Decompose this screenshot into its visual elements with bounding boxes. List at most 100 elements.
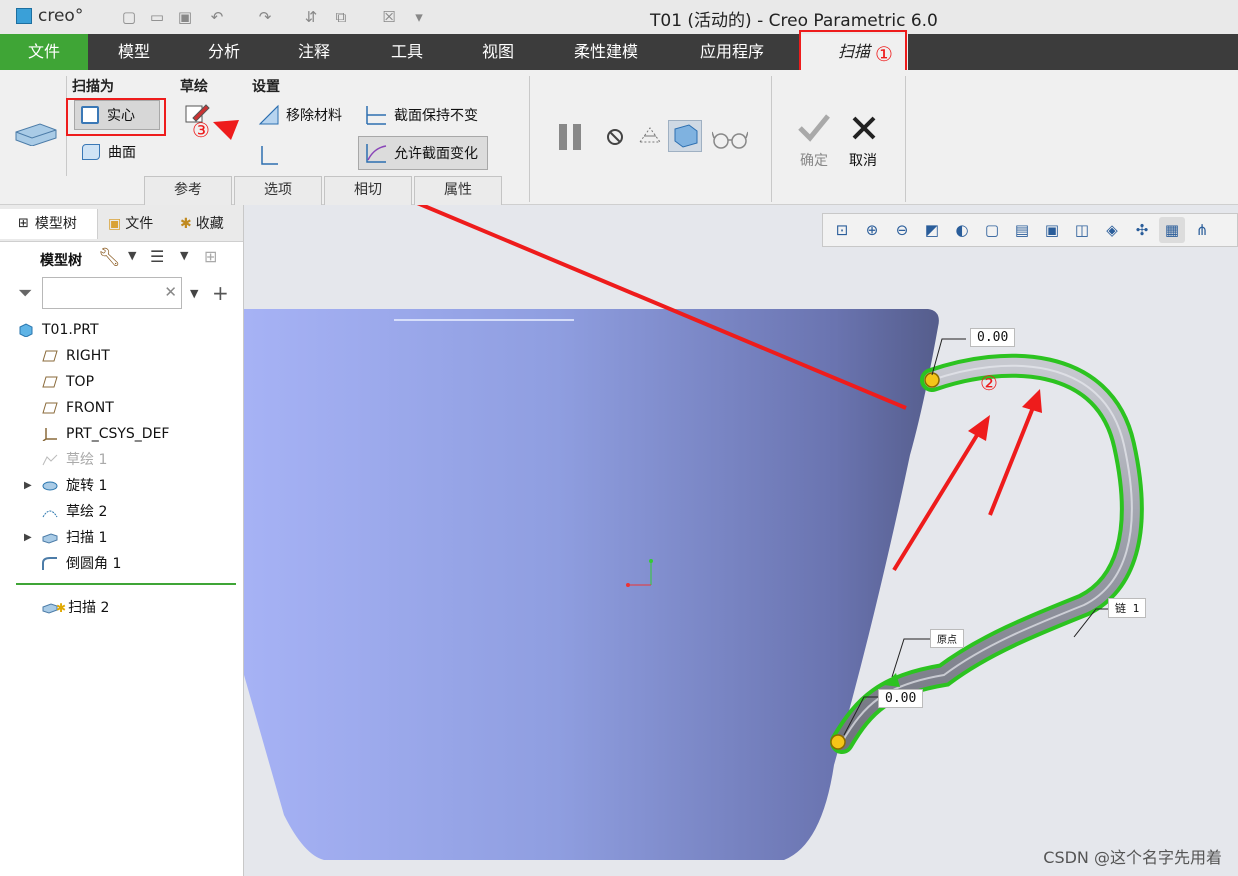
save-icon[interactable]: ▣ — [176, 8, 194, 26]
windows-icon[interactable]: ⧉ — [332, 8, 350, 26]
datum-display-icon[interactable]: ✣ — [1129, 217, 1155, 243]
subtab-tangency[interactable]: 相切 — [324, 176, 412, 205]
tree-structure-icon: ⊞ — [18, 216, 29, 231]
revolve-icon — [42, 481, 58, 491]
logo-text: creo° — [38, 6, 84, 26]
tree-item-right[interactable]: RIGHT — [42, 344, 110, 368]
surface-button[interactable]: 曲面 — [82, 142, 136, 162]
tab-view[interactable]: 视图 — [456, 34, 540, 70]
regenerate-icon[interactable]: ⇵ — [302, 8, 320, 26]
clear-search-icon[interactable]: ✕ — [164, 283, 177, 301]
group-title-sweep-as: 扫描为 — [72, 79, 114, 95]
tree-item-label: T01.PRT — [42, 322, 99, 338]
watermark-text: CSDN @这个名字先用着 — [1043, 848, 1222, 867]
expand-arrow-icon[interactable]: ▶ — [24, 480, 32, 491]
customize-toolbar-icon[interactable]: ▾ — [410, 8, 428, 26]
tree-item-sweep-1[interactable]: 扫描 1 — [42, 526, 107, 550]
tree-item-sketch-1[interactable]: 草绘 1 — [42, 448, 107, 472]
tree-item-label: PRT_CSYS_DEF — [66, 426, 170, 442]
chevron-down-icon-2[interactable]: ▼ — [180, 249, 188, 262]
tab-model[interactable]: 模型 — [92, 34, 176, 70]
tab-favorites[interactable]: ✱ 收藏 — [180, 209, 236, 239]
add-filter-icon[interactable]: + — [212, 281, 229, 305]
tree-item-label: RIGHT — [66, 348, 110, 364]
tab-flexible-modeling[interactable]: 柔性建模 — [556, 34, 656, 70]
tree-item-round-1[interactable]: 倒圆角 1 — [42, 552, 121, 576]
annotation-display-icon[interactable]: ▦ — [1159, 217, 1185, 243]
cancel-x-icon[interactable] — [850, 114, 878, 142]
model-tree-header: 模型树 — [40, 253, 82, 269]
subtab-options[interactable]: 选项 — [234, 176, 322, 205]
tab-file[interactable]: 文件 — [0, 34, 88, 70]
tab-model-tree[interactable]: ⊞ 模型树 — [0, 209, 98, 239]
tab-tools[interactable]: 工具 — [362, 34, 452, 70]
datum-plane-icon — [42, 402, 58, 414]
tree-item-sweep-2[interactable]: ✱ 扫描 2 — [42, 596, 109, 620]
refit-icon[interactable]: ⊡ — [829, 217, 855, 243]
keep-section-button[interactable]: 截面保持不变 — [364, 104, 478, 126]
expand-arrow-icon-2[interactable]: ▶ — [24, 532, 32, 543]
section-icon[interactable]: ◫ — [1069, 217, 1095, 243]
new-file-icon[interactable]: ▢ — [120, 8, 138, 26]
tree-item-label: 草绘 1 — [66, 452, 108, 468]
thicken-icon — [261, 146, 278, 165]
tree-item-front[interactable]: FRONT — [42, 396, 114, 420]
tree-item-part[interactable]: T01.PRT — [18, 318, 99, 342]
saved-orientations-icon[interactable]: ▢ — [979, 217, 1005, 243]
remove-material-button[interactable]: 移除材料 — [258, 104, 342, 126]
tree-search-input[interactable]: ✕ — [42, 277, 182, 309]
verify-glasses-icon[interactable] — [711, 128, 749, 150]
no-preview-icon[interactable] — [604, 126, 626, 148]
tab-model-tree-label: 模型树 — [34, 216, 77, 232]
view-manager-icon[interactable]: ▤ — [1009, 217, 1035, 243]
tree-filters-icon[interactable]: ☰ — [150, 247, 164, 266]
spin-center-icon[interactable]: ⋔ — [1189, 217, 1215, 243]
graphics-viewport[interactable]: 0.00 0.00 链 1 原点 ② — [244, 205, 1238, 876]
end-point-marker[interactable] — [830, 734, 846, 750]
dimension-bottom[interactable]: 0.00 — [878, 689, 924, 708]
dimension-top[interactable]: 0.00 — [970, 328, 1016, 347]
ok-button-label[interactable]: 确定 — [800, 150, 828, 170]
ok-checkmark-icon[interactable] — [796, 112, 832, 144]
appearance-icon[interactable]: ◈ — [1099, 217, 1125, 243]
show-hide-icon[interactable]: ⊞ — [204, 247, 217, 266]
undo-icon[interactable]: ↶ — [208, 8, 226, 26]
tree-settings-icon[interactable]: 🔧︎ — [98, 247, 121, 268]
zoom-in-icon[interactable]: ⊕ — [859, 217, 885, 243]
new-feature-star-icon: ✱ — [56, 601, 67, 615]
tab-applications[interactable]: 应用程序 — [680, 34, 784, 70]
origin-label[interactable]: 原点 — [930, 629, 964, 648]
cup-body — [244, 309, 939, 860]
subtab-references[interactable]: 参考 — [144, 176, 232, 205]
geometry-preview-icon — [674, 124, 698, 148]
search-dropdown-icon[interactable]: ▼ — [190, 287, 198, 300]
redo-icon[interactable]: ↷ — [256, 8, 274, 26]
repaint-icon[interactable]: ◩ — [919, 217, 945, 243]
pause-icon[interactable] — [556, 122, 586, 152]
thicken-button[interactable] — [258, 144, 280, 166]
start-point-marker[interactable] — [924, 372, 940, 388]
open-folder-icon[interactable]: ▭ — [148, 8, 166, 26]
chain-label[interactable]: 链 1 — [1108, 598, 1147, 618]
zoom-out-icon[interactable]: ⊖ — [889, 217, 915, 243]
window-title: T01 (活动的) - Creo Parametric 6.0 — [650, 11, 938, 31]
view-toolbar: ⊡ ⊕ ⊖ ◩ ◐ ▢ ▤ ▣ ◫ ◈ ✣ ▦ ⋔ — [822, 213, 1238, 247]
cancel-button-label[interactable]: 取消 — [849, 150, 877, 170]
allow-variable-section-button[interactable]: 允许截面变化 — [358, 136, 488, 170]
tree-item-label: FRONT — [66, 400, 114, 416]
chevron-down-icon[interactable]: ▼ — [128, 249, 136, 262]
attached-preview-icon[interactable] — [636, 124, 664, 148]
tree-item-csys[interactable]: PRT_CSYS_DEF — [42, 422, 169, 446]
cup-model-graphic — [244, 205, 1144, 860]
perspective-icon[interactable]: ▣ — [1039, 217, 1065, 243]
geometry-preview-toggle[interactable] — [668, 120, 702, 152]
tree-item-top[interactable]: TOP — [42, 370, 94, 394]
tree-item-revolve-1[interactable]: 旋转 1 — [42, 474, 107, 498]
subtab-properties[interactable]: 属性 — [414, 176, 502, 205]
tree-item-sketch-2[interactable]: 草绘 2 — [42, 500, 107, 524]
tab-analysis[interactable]: 分析 — [182, 34, 266, 70]
close-window-icon[interactable]: ☒ — [380, 8, 398, 26]
tab-files[interactable]: ▣ 文件 — [108, 209, 170, 239]
tab-annotate[interactable]: 注释 — [272, 34, 356, 70]
display-style-icon[interactable]: ◐ — [949, 217, 975, 243]
